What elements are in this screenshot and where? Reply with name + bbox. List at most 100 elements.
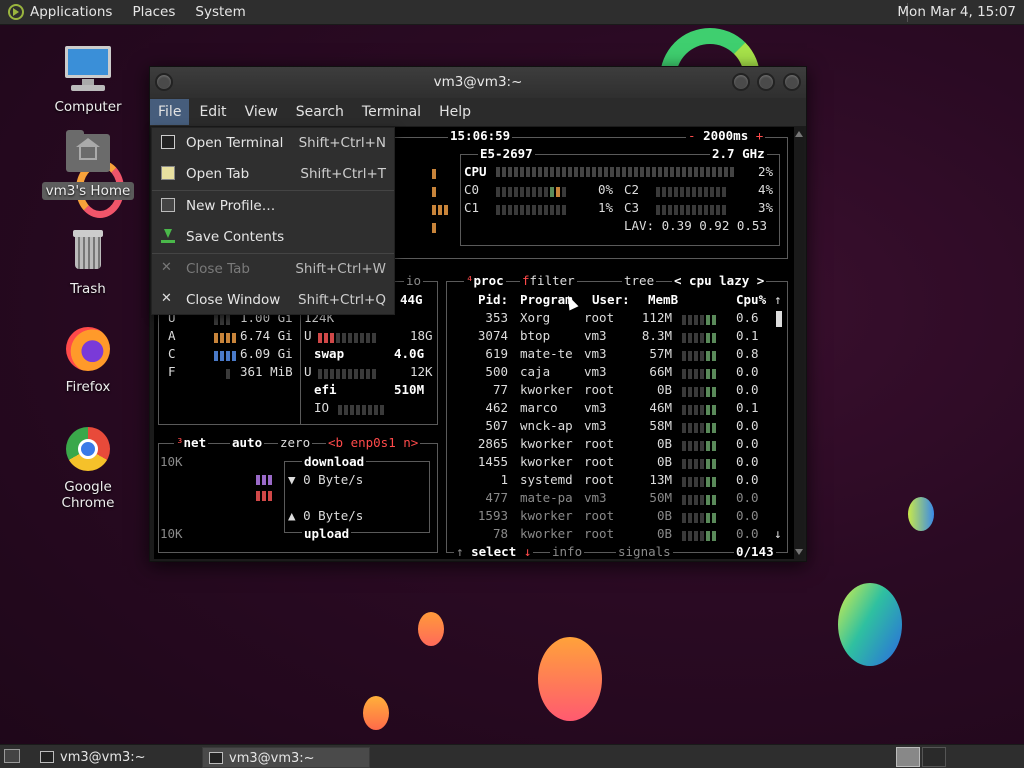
proc-cell-mem: 0B (656, 508, 672, 523)
menu-help[interactable]: Help (431, 99, 479, 125)
taskbar-item[interactable]: vm3@vm3:~ (34, 747, 196, 768)
menu-item-close-window[interactable]: ✕ Close Window Shift+Ctrl+Q (152, 286, 394, 314)
disk-used-label: U (304, 328, 312, 343)
proc-cell-cpu: 0.0 (736, 418, 759, 433)
menu-item-new-profile[interactable]: New Profile… (152, 192, 394, 220)
terminal-scrollbar[interactable] (794, 127, 804, 559)
mem-row-key: C (168, 346, 176, 361)
desktop-icon-computer[interactable]: Computer (38, 44, 138, 116)
disk-meter (318, 331, 378, 343)
proc-cell-pid: 1593 (477, 508, 508, 523)
desktop-icon-label: Google Chrome (61, 479, 115, 511)
proc-cell-mem: 8.3M (641, 328, 672, 343)
desktop-icon-label: vm3's Home (41, 182, 135, 200)
net-auto-toggle: auto (230, 434, 265, 452)
proc-cell-user: vm3 (584, 328, 607, 343)
workspace-switcher[interactable] (896, 747, 920, 767)
menu-terminal[interactable]: Terminal (354, 99, 429, 125)
menu-file[interactable]: File (150, 99, 190, 125)
efi-label: efi (314, 382, 337, 397)
efi-value: 510M (394, 382, 425, 397)
swap-label: swap (314, 346, 345, 361)
proc-mem-meter (682, 475, 718, 487)
proc-cell-mem: 46M (649, 400, 672, 415)
taskbar-item-active[interactable]: vm3@vm3:~ (202, 747, 370, 768)
proc-mem-meter (682, 349, 718, 361)
scroll-down-icon[interactable] (795, 549, 803, 555)
scroll-up-icon[interactable] (795, 131, 803, 137)
proc-cell-pid: 507 (485, 418, 508, 433)
proc-cell-cpu: 0.0 (736, 472, 759, 487)
proc-cell-cpu: 0.0 (736, 508, 759, 523)
proc-filter: ffilter (520, 272, 577, 290)
places-menu[interactable]: Places (132, 4, 175, 20)
terminal-icon (40, 751, 54, 763)
proc-cell-program: mate-pa (520, 490, 573, 505)
proc-cell-program: marco (520, 400, 558, 415)
io-meter (338, 403, 386, 415)
cpu-frequency: 2.7 GHz (710, 145, 767, 163)
proc-cell-program: btop (520, 328, 551, 343)
upload-rate: ▲ 0 Byte/s (288, 508, 364, 523)
proc-cell-program: kworker (520, 526, 573, 541)
proc-header: ⁴proc (464, 272, 506, 290)
chrome-icon (63, 424, 113, 474)
cpu-total-meter (496, 167, 736, 177)
firefox-icon (63, 324, 113, 374)
applications-menu[interactable]: Applications (30, 4, 112, 20)
minimize-button[interactable] (732, 73, 750, 91)
mem-row-key: F (168, 364, 176, 379)
proc-cell-mem: 66M (649, 364, 672, 379)
proc-mem-meter (682, 439, 718, 451)
close-button[interactable] (783, 73, 801, 91)
menu-view[interactable]: View (237, 99, 286, 125)
swap-value: 4.0G (394, 346, 425, 361)
net-zero-toggle: zero (278, 434, 313, 452)
tab-icon (161, 166, 175, 180)
core-pct: 3% (758, 200, 774, 215)
cpu-graph (432, 185, 442, 197)
system-menu[interactable]: System (195, 4, 245, 20)
terminal-menubar: File Edit View Search Terminal Help (150, 98, 806, 126)
desktop-icon-trash[interactable]: Trash (38, 226, 138, 298)
desktop-icon-firefox[interactable]: Firefox (38, 324, 138, 396)
core-pct: 4% (758, 182, 774, 197)
proc-cell-program: wnck-ap (520, 418, 573, 433)
menu-item-close-tab[interactable]: ✕ Close Tab Shift+Ctrl+W (152, 255, 394, 283)
menu-item-open-tab[interactable]: Open Tab Shift+Ctrl+T (152, 160, 394, 188)
core-pct: 1% (598, 200, 614, 215)
maximize-button[interactable] (757, 73, 775, 91)
window-titlebar[interactable]: vm3@vm3:~ (150, 67, 806, 98)
workspace-switcher-inactive[interactable] (922, 747, 946, 767)
cpu-graph (432, 221, 442, 233)
mate-logo-icon[interactable] (8, 4, 24, 20)
proc-cell-cpu: 0.0 (736, 490, 759, 505)
proc-cell-pid: 1455 (477, 454, 508, 469)
core-label: C0 (464, 182, 480, 197)
close-icon: ✕ (161, 291, 172, 306)
desktop-icon-chrome[interactable]: Google Chrome (38, 424, 138, 512)
proc-scroll-thumb[interactable] (776, 311, 782, 327)
menu-item-open-terminal[interactable]: Open Terminal Shift+Ctrl+N (152, 129, 394, 157)
desktop-icon-home[interactable]: vm3's Home (38, 128, 138, 200)
menu-item-save-contents[interactable]: Save Contents (152, 223, 394, 251)
show-desktop-icon[interactable] (4, 749, 20, 763)
proc-scroll-up-icon[interactable]: ↑ (774, 291, 782, 309)
proc-cell-program: kworker (520, 436, 573, 451)
btop-refresh: - 2000ms + (686, 127, 766, 145)
proc-scroll-down-icon[interactable]: ↓ (774, 525, 782, 543)
menu-search[interactable]: Search (288, 99, 352, 125)
menu-edit[interactable]: Edit (191, 99, 234, 125)
proc-cell-user: root (584, 454, 615, 469)
core-meter (496, 203, 568, 215)
proc-cell-user: root (584, 382, 615, 397)
proc-sort: < cpu lazy > (672, 272, 767, 290)
clock[interactable]: Mon Mar 4, 15:07 (897, 4, 1016, 20)
proc-footer-info: info (550, 543, 585, 559)
window-menu-button[interactable] (155, 73, 173, 91)
wallpaper-bubble (538, 637, 602, 721)
proc-cell-pid: 1 (500, 472, 508, 487)
proc-cell-cpu: 0.1 (736, 328, 759, 343)
wallpaper-bubble (838, 583, 902, 666)
mem-row-meter (214, 331, 238, 343)
